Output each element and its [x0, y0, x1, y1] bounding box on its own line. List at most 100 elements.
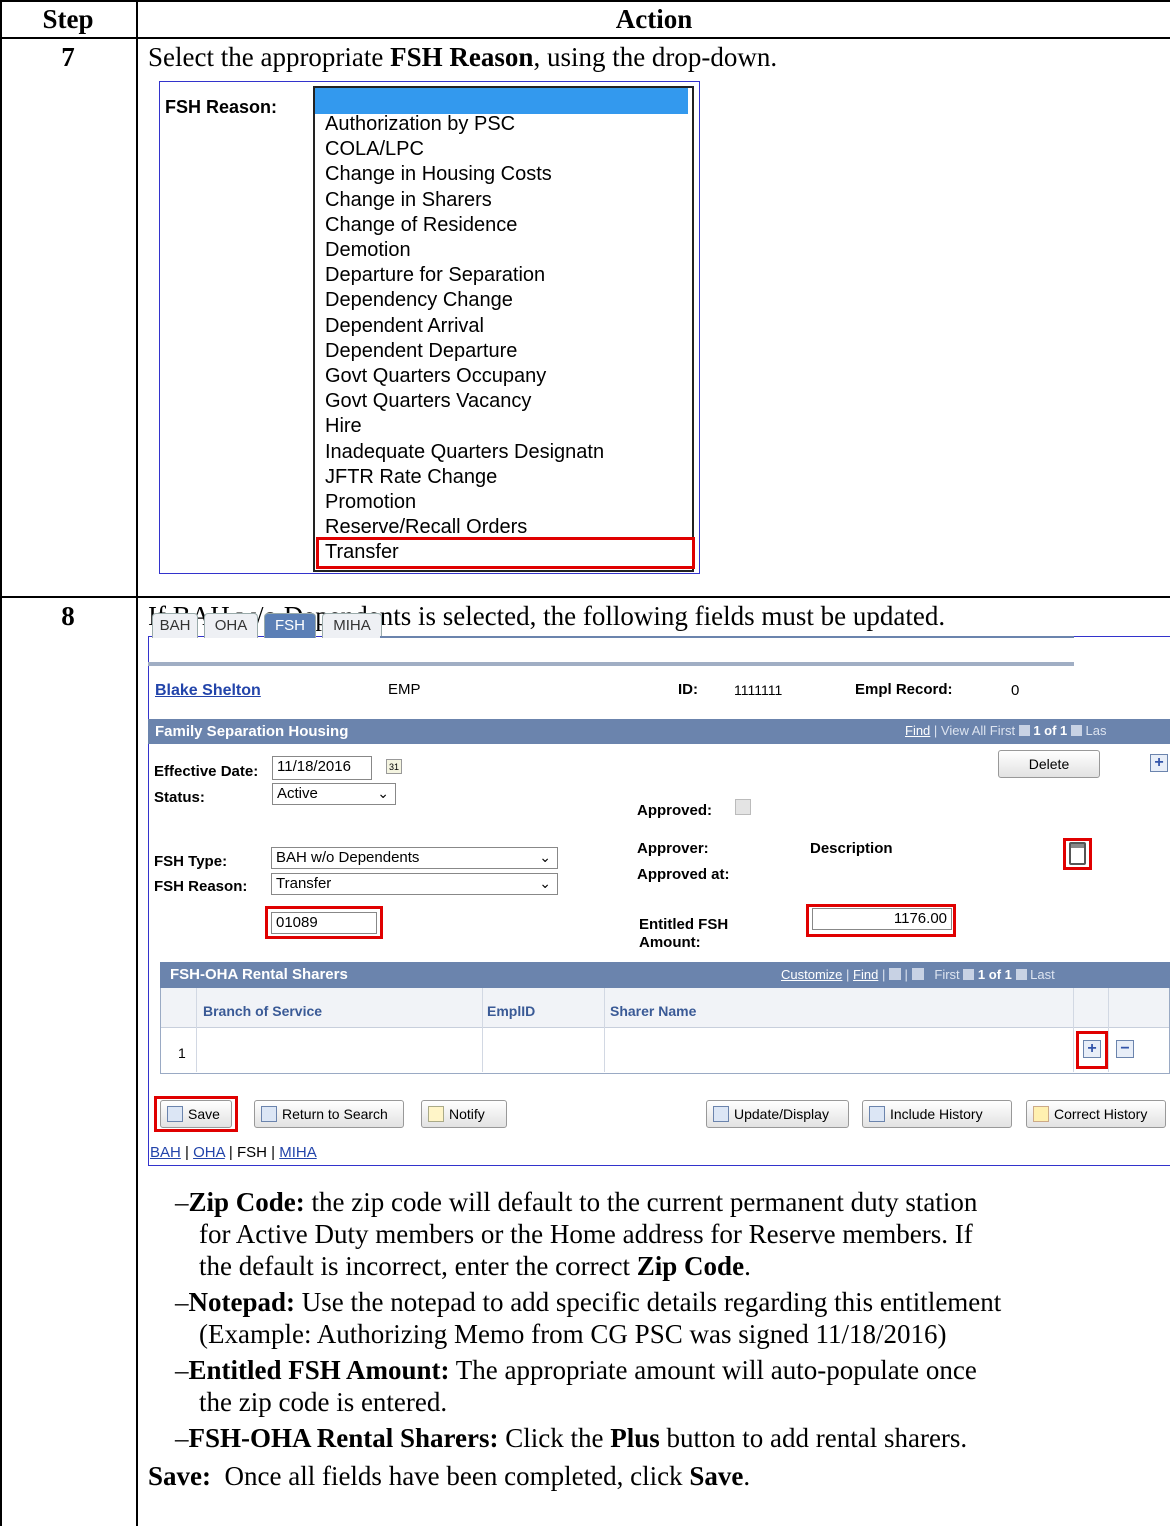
tab-rule	[380, 636, 1074, 638]
delete-button[interactable]: Delete	[998, 750, 1100, 778]
fsh-reason-option[interactable]: Hire	[325, 415, 362, 438]
empl-record-label: Empl Record:	[855, 681, 953, 698]
col-emplid: EmplID	[487, 1003, 536, 1019]
fsh-reason-option[interactable]: Change in Housing Costs	[325, 163, 552, 186]
fsh-type-label: FSH Type:	[154, 853, 228, 870]
fsh-reason-option[interactable]: Govt Quarters Occupany	[325, 365, 546, 388]
link-oha[interactable]: OHA	[193, 1144, 225, 1161]
zip-code-input[interactable]: 01089	[271, 912, 377, 934]
step-number: 7	[61, 42, 75, 72]
fsh-reason-option[interactable]: Departure for Separation	[325, 264, 545, 287]
bullet-entitled-amount: –Entitled FSH Amount: The appropriate am…	[175, 1355, 977, 1385]
grid-icon[interactable]	[911, 968, 924, 980]
find-link[interactable]: Find	[905, 723, 930, 738]
calendar-icon[interactable]: 31	[386, 759, 402, 774]
add-sharer-plus-icon[interactable]: +	[1083, 1040, 1101, 1058]
bullet-notepad-line2: (Example: Authorizing Memo from CG PSC w…	[199, 1319, 947, 1349]
prev-arrow-icon[interactable]	[963, 969, 975, 980]
entitled-amount-label-1: Entitled FSH	[639, 916, 729, 933]
highlight-transfer	[316, 537, 695, 569]
fsh-reason-option[interactable]: Change of Residence	[325, 214, 517, 237]
approved-label: Approved:	[637, 802, 712, 819]
employee-name[interactable]: Blake Shelton	[155, 682, 261, 700]
status-label: Status:	[154, 789, 205, 806]
fsh-reason-option[interactable]: JFTR Rate Change	[325, 466, 497, 489]
fsh-type-select[interactable]: BAH w/o Dependents ⌄	[271, 847, 558, 869]
notepad-icon-top	[1071, 844, 1084, 848]
link-fsh-current: FSH	[237, 1144, 267, 1161]
fsh-reason-option[interactable]: Govt Quarters Vacancy	[325, 390, 531, 413]
header-action: Action	[615, 4, 693, 34]
add-row-plus-icon[interactable]: +	[1150, 754, 1168, 772]
sharers-nav: Customize | Find | | First 1 of 1 Last	[781, 967, 1055, 982]
fsh-reason-option[interactable]: COLA/LPC	[325, 138, 424, 161]
col-divider	[1073, 988, 1074, 1072]
entitled-amount-label-2: Amount:	[639, 934, 701, 951]
fsh-reason-option[interactable]: Inadequate Quarters Designatn	[325, 441, 604, 464]
bullet-zip-code-line2: for Active Duty members or the Home addr…	[199, 1219, 973, 1249]
include-history-icon	[869, 1106, 885, 1122]
fsh-reason-option[interactable]: Demotion	[325, 239, 411, 262]
description-label: Description	[810, 840, 893, 857]
tab-fsh[interactable]: FSH	[264, 613, 316, 638]
listbox-selected-blank[interactable]	[315, 88, 688, 114]
effective-date-label: Effective Date:	[154, 763, 259, 780]
floppy-disk-icon	[167, 1106, 183, 1122]
notify-button[interactable]: Notify	[421, 1100, 507, 1128]
tab-bah[interactable]: BAH	[152, 613, 198, 638]
link-miha[interactable]: MIHA	[279, 1144, 317, 1161]
table-rule	[0, 596, 1170, 598]
fsh-reason-option[interactable]: Change in Sharers	[325, 189, 492, 212]
table-border-top	[0, 0, 1170, 2]
col-divider	[1108, 988, 1109, 1072]
update-display-button[interactable]: Update/Display	[706, 1100, 849, 1128]
bullet-notepad: –Notepad: Use the notepad to add specifi…	[175, 1287, 1002, 1317]
correct-history-icon	[1033, 1106, 1049, 1122]
status-select[interactable]: Active ⌄	[272, 783, 396, 805]
fsh-reason-option[interactable]: Dependent Arrival	[325, 315, 484, 338]
step7-instruction: Select the appropriate FSH Reason, using…	[148, 42, 778, 72]
table-border-left	[0, 0, 2, 1526]
fsh-reason-option[interactable]: Authorization by PSC	[325, 113, 515, 136]
fsh-reason-select[interactable]: Transfer ⌄	[271, 873, 558, 895]
bullet-rental-sharers: –FSH-OHA Rental Sharers: Click the Plus …	[175, 1423, 968, 1453]
col-branch-of-service: Branch of Service	[203, 1003, 323, 1019]
section-nav: Find | View All First 1 of 1 Las	[905, 723, 1107, 738]
fsh-reason-option[interactable]: Promotion	[325, 491, 416, 514]
employee-type: EMP	[388, 681, 421, 698]
return-to-search-button[interactable]: Return to Search	[254, 1100, 404, 1128]
update-display-icon	[713, 1106, 729, 1122]
remove-sharer-minus-icon[interactable]: −	[1116, 1040, 1134, 1058]
step-number: 8	[61, 601, 75, 631]
approver-label: Approver:	[637, 840, 709, 857]
prev-arrow-icon[interactable]	[1018, 725, 1030, 736]
save-button[interactable]: Save	[160, 1100, 232, 1128]
link-bah[interactable]: BAH	[150, 1144, 181, 1161]
approved-checkbox[interactable]	[735, 799, 751, 815]
save-note: Save: Once all fields have been complete…	[148, 1461, 751, 1491]
effective-date-input[interactable]: 11/18/2016	[272, 756, 372, 780]
notify-icon	[428, 1106, 444, 1122]
sharers-find-link[interactable]: Find	[853, 967, 878, 982]
correct-history-button[interactable]: Correct History	[1026, 1100, 1166, 1128]
approved-at-label: Approved at:	[637, 866, 730, 883]
empl-record-value: 0	[1011, 682, 1020, 699]
id-value: 1111111	[734, 682, 783, 698]
bullet-entitled-amount-line2: the zip code is entered.	[199, 1387, 448, 1417]
customize-link[interactable]: Customize	[781, 967, 842, 982]
fsh-screenshot-frame	[148, 636, 1170, 1166]
include-history-button[interactable]: Include History	[862, 1100, 1012, 1128]
fsh-reason-option[interactable]: Dependent Departure	[325, 340, 517, 363]
bottom-links: BAH | OHA | FSH | MIHA	[150, 1144, 317, 1161]
bullet-zip-code: –Zip Code: the zip code will default to …	[175, 1187, 978, 1217]
tab-oha[interactable]: OHA	[204, 613, 258, 638]
sharers-title: FSH-OHA Rental Sharers	[170, 966, 348, 983]
fsh-reason-label: FSH Reason:	[165, 97, 278, 117]
next-arrow-icon[interactable]	[1015, 969, 1027, 980]
tab-miha[interactable]: MIHA	[322, 613, 382, 638]
view-icon[interactable]	[888, 968, 901, 980]
fsh-reason-option[interactable]: Dependency Change	[325, 289, 513, 312]
next-arrow-icon[interactable]	[1070, 725, 1082, 736]
fsh-reason-option[interactable]: Reserve/Recall Orders	[325, 516, 527, 539]
chevron-down-icon: ⌄	[539, 875, 551, 891]
